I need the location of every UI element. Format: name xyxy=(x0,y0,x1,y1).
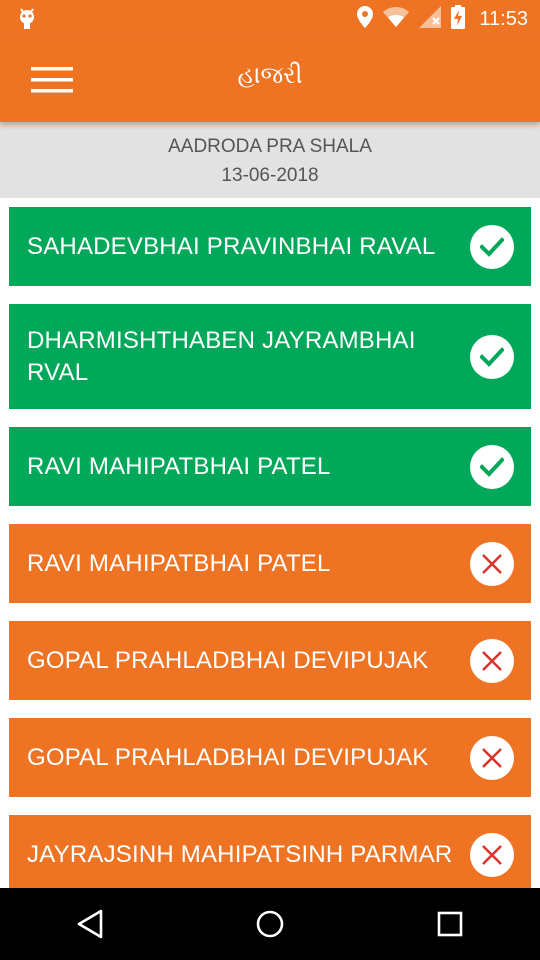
recents-icon xyxy=(437,911,463,937)
absent-toggle[interactable] xyxy=(470,541,514,586)
close-icon xyxy=(482,553,502,574)
page-title: હાજરી xyxy=(237,62,303,89)
close-icon xyxy=(482,650,502,671)
student-name: GOPAL PRAHLADBHAI DEVIPUJAK xyxy=(27,646,429,674)
home-icon xyxy=(256,910,284,938)
absent-toggle[interactable] xyxy=(470,638,514,683)
check-icon xyxy=(480,456,504,477)
student-row[interactable]: GOPAL PRAHLADBHAI DEVIPUJAK xyxy=(9,621,531,700)
battery-charging-icon xyxy=(451,4,466,34)
android-debug-icon xyxy=(18,8,36,35)
student-row[interactable]: RAVI MAHIPATBHAI PATEL xyxy=(9,427,531,506)
location-icon xyxy=(357,5,374,33)
student-name: RAVI MAHIPATBHAI PATEL xyxy=(27,549,331,577)
check-icon xyxy=(480,346,504,367)
student-name: GOPAL PRAHLADBHAI DEVIPUJAK xyxy=(27,743,429,771)
student-name: DHARMISHTHABEN JAYRAMBHAI RVAL xyxy=(27,326,416,386)
present-toggle[interactable] xyxy=(470,224,514,269)
student-name: SAHADEVBHAI PRAVINBHAI RAVAL xyxy=(27,232,436,260)
absent-toggle[interactable] xyxy=(470,735,514,780)
school-info-panel: AADRODA PRA SHALA 13-06-2018 xyxy=(0,122,540,198)
recents-button[interactable] xyxy=(410,888,490,960)
app-bar: હાજરી xyxy=(0,38,540,122)
clock-time: 11:53 xyxy=(479,7,528,30)
student-row[interactable]: GOPAL PRAHLADBHAI DEVIPUJAK xyxy=(9,718,531,797)
student-name: JAYRAJSINH MAHIPATSINH PARMAR xyxy=(27,840,453,868)
check-icon xyxy=(480,236,504,257)
system-nav-bar xyxy=(0,888,540,960)
student-row[interactable]: SAHADEVBHAI PRAVINBHAI RAVAL xyxy=(9,207,531,286)
attendance-date: 13-06-2018 xyxy=(221,165,319,186)
present-toggle[interactable] xyxy=(470,444,514,489)
wifi-icon xyxy=(383,6,410,32)
no-sim-icon xyxy=(419,5,442,33)
student-name: RAVI MAHIPATBHAI PATEL xyxy=(27,452,331,480)
back-button[interactable] xyxy=(50,888,130,960)
present-toggle[interactable] xyxy=(470,334,514,379)
close-icon xyxy=(482,747,502,768)
absent-toggle[interactable] xyxy=(470,832,514,877)
student-row[interactable]: JAYRAJSINH MAHIPATSINH PARMAR xyxy=(9,815,531,888)
back-icon xyxy=(77,909,103,939)
student-list[interactable]: SAHADEVBHAI PRAVINBHAI RAVAL DHARMISHTHA… xyxy=(0,198,540,888)
school-name: AADRODA PRA SHALA xyxy=(168,136,372,157)
status-bar: 11:53 xyxy=(0,0,540,38)
close-icon xyxy=(482,844,502,865)
student-row[interactable]: DHARMISHTHABEN JAYRAMBHAI RVAL xyxy=(9,304,531,409)
student-row[interactable]: RAVI MAHIPATBHAI PATEL xyxy=(9,524,531,603)
home-button[interactable] xyxy=(230,888,310,960)
